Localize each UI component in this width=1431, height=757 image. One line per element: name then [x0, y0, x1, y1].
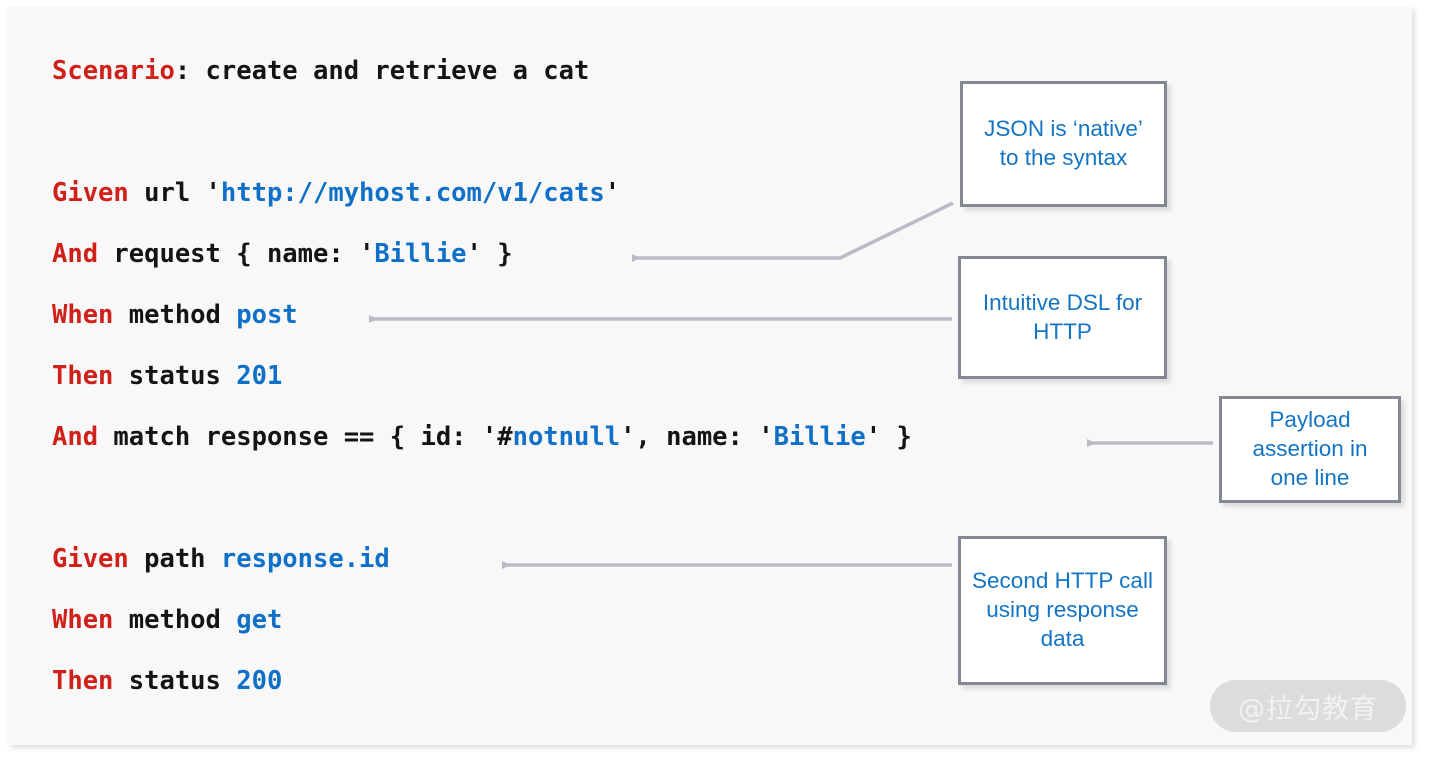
- code-token: match response == { id:: [98, 422, 482, 452]
- code-token: '#: [481, 422, 513, 452]
- code-token: ': [466, 239, 482, 269]
- code-line-scenario: Scenario: create and retrieve a cat: [52, 56, 912, 120]
- code-token: And: [52, 239, 99, 269]
- code-token: status: [113, 666, 237, 696]
- code-line-blank-1: [52, 120, 912, 181]
- code-line-when-get: When method get: [52, 605, 912, 669]
- code-token: post: [236, 300, 298, 330]
- callout-intuitive-dsl: Intuitive DSL for HTTP: [958, 256, 1167, 379]
- code-token: Given: [52, 544, 129, 574]
- code-token: http://myhost.com/v1/cats: [220, 178, 605, 208]
- code-token: When: [52, 300, 114, 330]
- code-token: , name:: [635, 422, 759, 452]
- code-token: }: [481, 239, 513, 269]
- code-token: ': [604, 178, 621, 208]
- slide-canvas: Scenario: create and retrieve a cat Given…: [7, 7, 1412, 745]
- watermark-badge: @拉勾教育: [1210, 680, 1406, 732]
- code-line-then-201: Then status 201: [52, 361, 912, 425]
- callout-payload-assertion-text: Payload assertion in one line: [1252, 407, 1368, 490]
- code-line-given-url: Given url 'http://myhost.com/v1/cats': [52, 178, 912, 242]
- code-token: method: [113, 605, 237, 635]
- code-token: 200: [236, 666, 283, 696]
- callout-json-native: JSON is ‘native’ to the syntax: [960, 81, 1167, 207]
- code-token: Then: [52, 666, 114, 696]
- callout-json-native-text: JSON is ‘native’ to the syntax: [984, 116, 1143, 170]
- code-token: notnull: [512, 422, 621, 452]
- code-token: request { name:: [98, 239, 360, 269]
- code-token: And: [52, 422, 99, 452]
- code-token: ': [359, 239, 375, 269]
- code-token: Billie: [374, 239, 467, 269]
- code-line-and-request: And request { name: 'Billie' }: [52, 239, 912, 303]
- code-token: Then: [52, 361, 114, 391]
- code-token: get: [236, 605, 283, 635]
- code-token: ': [205, 178, 221, 208]
- code-token: Scenario: [52, 56, 175, 86]
- callout-second-http: Second HTTP call using response data: [958, 536, 1167, 685]
- code-line-when-post: When method post: [52, 300, 912, 364]
- code-token: path: [128, 544, 221, 574]
- code-token: When: [52, 605, 114, 635]
- code-token: 201: [236, 361, 283, 391]
- gherkin-code-block: Scenario: create and retrieve a cat Given…: [52, 56, 912, 730]
- watermark-text: @拉勾教育: [1238, 693, 1378, 725]
- code-line-then-200: Then status 200: [52, 666, 912, 730]
- code-line-and-match: And match response == { id: '#notnull', …: [52, 422, 912, 486]
- code-token: status: [113, 361, 237, 391]
- callout-intuitive-dsl-text: Intuitive DSL for HTTP: [982, 289, 1143, 344]
- callout-second-http-text: Second HTTP call using response data: [972, 568, 1153, 651]
- code-token: method: [113, 300, 237, 330]
- code-line-blank-2: [52, 486, 912, 547]
- code-line-given-path: Given path response.id: [52, 544, 912, 608]
- code-token: ': [865, 422, 882, 452]
- code-token: : create and retrieve a cat: [174, 56, 590, 86]
- callout-payload-assertion: Payload assertion in one line: [1219, 396, 1401, 503]
- code-token: Billie: [773, 422, 866, 452]
- code-token: url: [128, 178, 206, 208]
- code-token: Given: [52, 178, 129, 208]
- code-token: }: [881, 422, 912, 452]
- code-token: ': [758, 422, 774, 452]
- code-token: response.id: [220, 544, 390, 574]
- code-token: ': [620, 422, 636, 452]
